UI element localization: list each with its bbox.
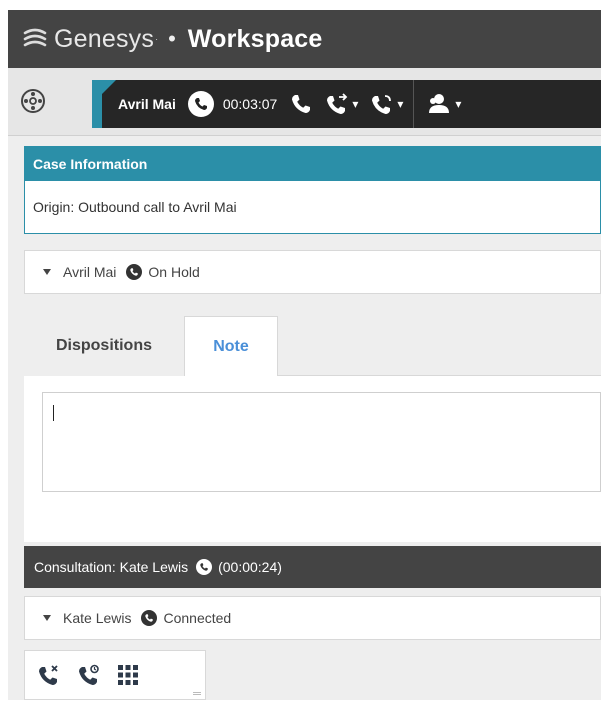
chevron-down-icon: ▾ xyxy=(352,97,359,111)
case-information-panel: Case Information Origin: Outbound call t… xyxy=(24,146,601,234)
title-bar: Genesys · • Workspace xyxy=(8,10,601,68)
chevron-down-icon: ▾ xyxy=(455,97,462,111)
workspace-window: Genesys · • Workspace Avril Mai 00:03:07 xyxy=(8,10,601,700)
consultation-duration: (00:00:24) xyxy=(218,559,282,575)
consult-user-button[interactable]: ▾ xyxy=(426,80,461,128)
consultation-header: Consultation: Kate Lewis (00:00:24) xyxy=(24,546,601,588)
text-cursor xyxy=(53,405,54,421)
end-call-button[interactable] xyxy=(289,80,313,128)
title-separator: • xyxy=(168,26,176,51)
active-call-strip: Avril Mai 00:03:07 ▾ ▾ ▾ xyxy=(92,80,601,128)
hold-consult-button[interactable] xyxy=(77,663,101,687)
interaction-bar: Avril Mai 00:03:07 ▾ ▾ ▾ xyxy=(8,68,601,136)
toolbar-divider xyxy=(413,80,415,128)
conference-call-button[interactable]: ▾ xyxy=(370,80,403,128)
phone-status-icon xyxy=(196,559,213,575)
product-name: Workspace xyxy=(187,24,323,53)
resize-grip[interactable] xyxy=(193,692,201,695)
hold-consult-icon xyxy=(79,664,99,685)
case-origin: Origin: Outbound call to Avril Mai xyxy=(25,181,600,233)
tab-bar: Dispositions Note xyxy=(24,316,601,377)
tab-note[interactable]: Note xyxy=(184,316,278,377)
consult-party-status: Connected xyxy=(163,610,232,626)
case-information-header: Case Information xyxy=(25,147,600,181)
party-status: On Hold xyxy=(148,264,200,280)
phone-status-icon xyxy=(141,610,158,626)
expand-triangle-icon[interactable] xyxy=(43,615,51,621)
brand-mark: · xyxy=(155,34,159,44)
consultation-label: Consultation: Kate Lewis xyxy=(34,559,189,575)
tab-dispositions[interactable]: Dispositions xyxy=(24,316,184,376)
phone-status-icon xyxy=(126,264,143,280)
consult-party-row[interactable]: Kate Lewis Connected xyxy=(24,596,601,640)
conference-call-icon xyxy=(372,95,392,114)
origin-value: Outbound call to Avril Mai xyxy=(78,199,237,215)
consult-toolbar xyxy=(24,650,206,700)
dialpad-button[interactable] xyxy=(117,664,139,686)
consult-user-icon xyxy=(429,94,450,113)
transfer-call-icon xyxy=(327,93,348,114)
end-call-icon xyxy=(292,95,311,113)
call-accent xyxy=(92,80,116,128)
note-textarea[interactable] xyxy=(42,392,601,492)
party-row[interactable]: Avril Mai On Hold xyxy=(24,250,601,294)
origin-label: Origin: xyxy=(33,199,75,215)
consult-party-name: Kate Lewis xyxy=(63,610,132,626)
note-panel xyxy=(24,376,601,542)
expand-triangle-icon[interactable] xyxy=(43,269,51,275)
caller-name[interactable]: Avril Mai xyxy=(118,96,176,112)
end-consult-call-button[interactable] xyxy=(37,663,61,687)
phone-badge-icon xyxy=(187,91,214,117)
genesys-logo-icon xyxy=(23,28,47,47)
brand-name: Genesys xyxy=(54,24,155,53)
chevron-down-icon: ▾ xyxy=(397,97,404,111)
party-name: Avril Mai xyxy=(63,264,117,280)
call-timer: 00:03:07 xyxy=(222,96,278,112)
interaction-wheel-icon[interactable] xyxy=(20,88,46,114)
end-consult-call-icon xyxy=(39,665,58,685)
dialpad-icon xyxy=(118,665,138,685)
transfer-call-button[interactable]: ▾ xyxy=(325,80,358,128)
